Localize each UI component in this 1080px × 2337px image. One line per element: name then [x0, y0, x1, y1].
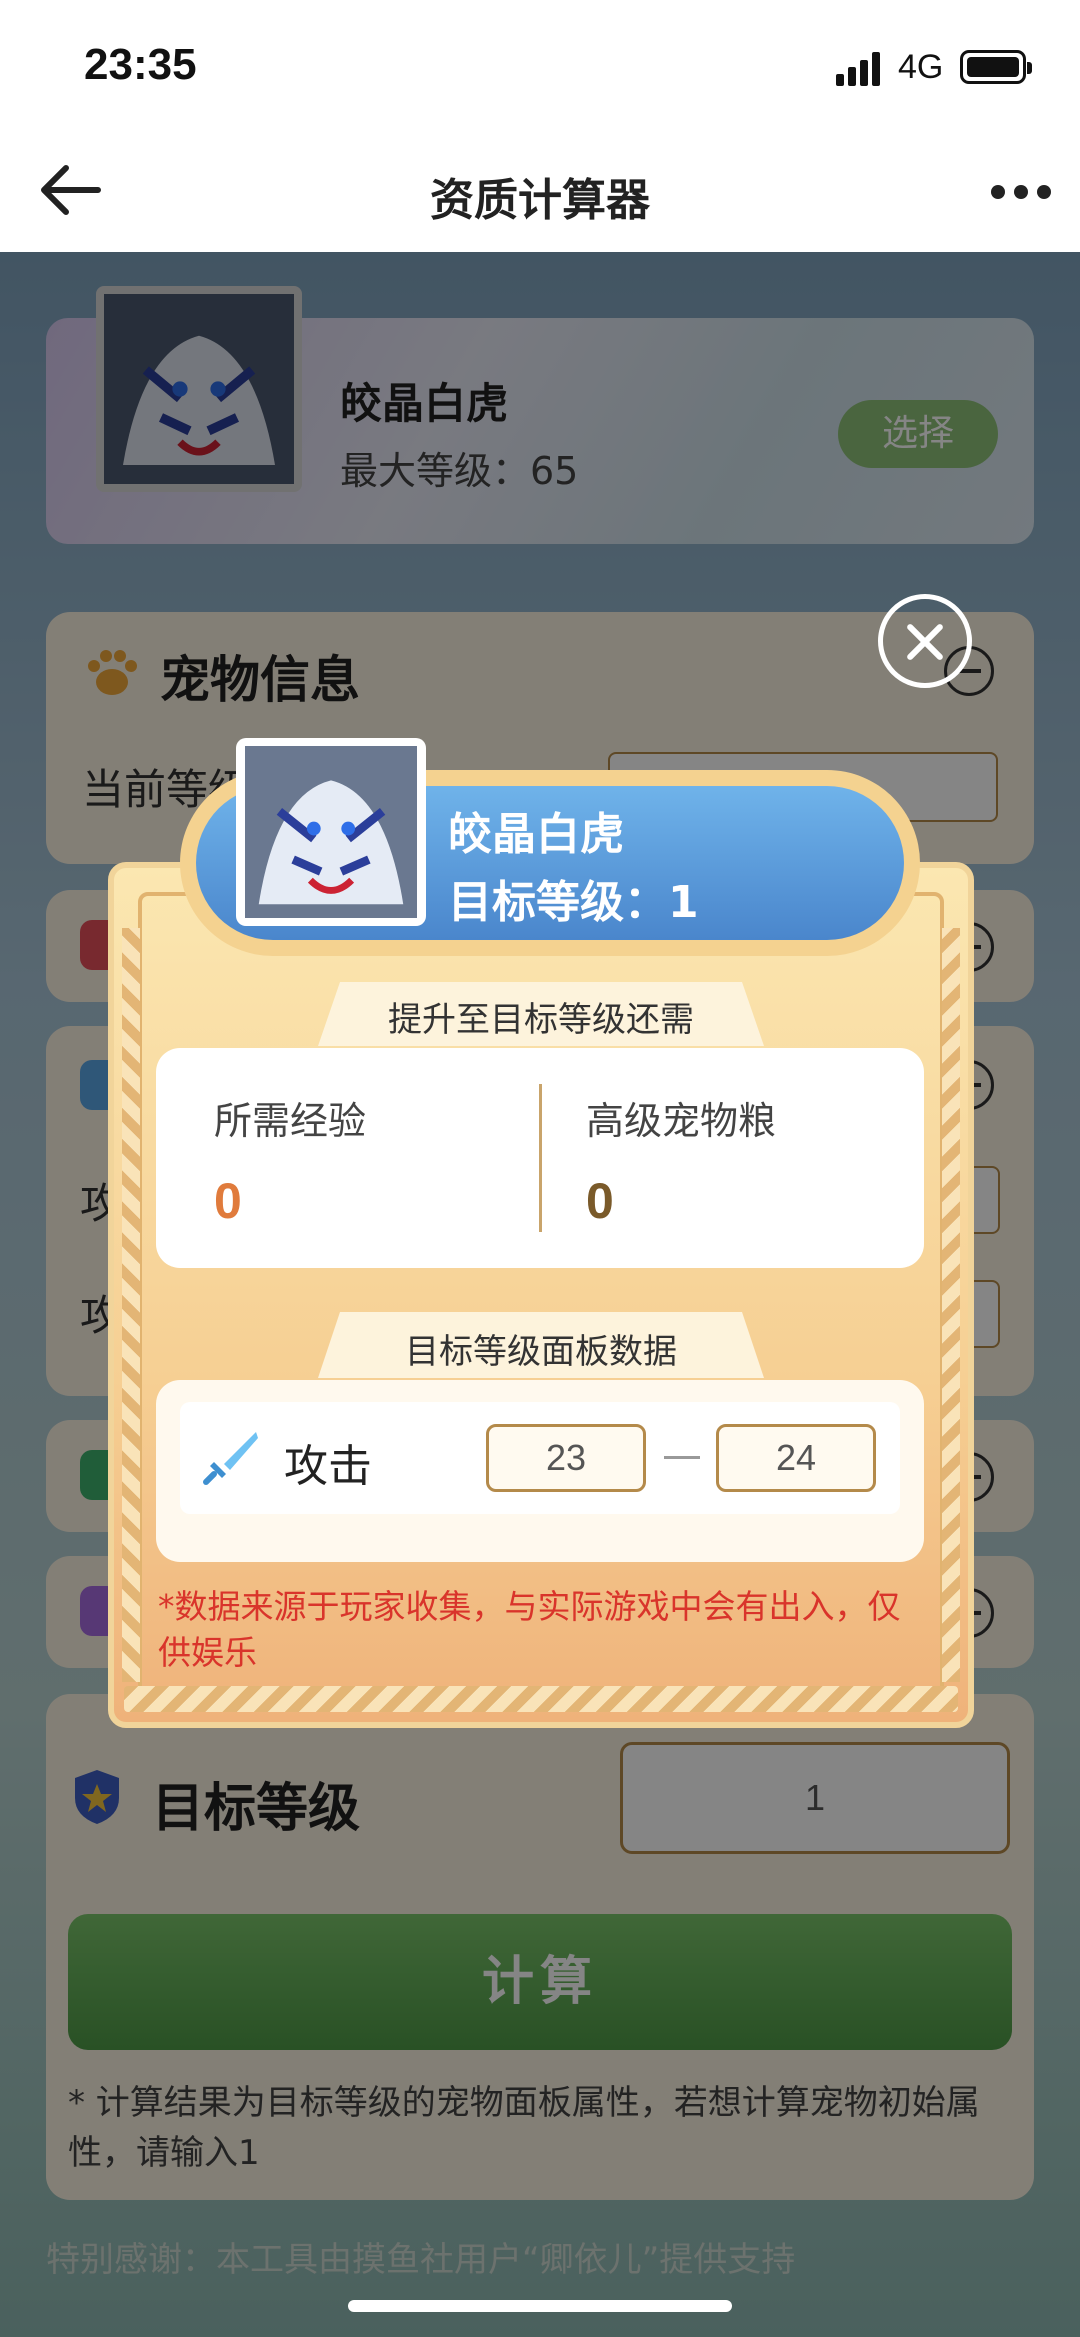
attack-label: 攻击 [284, 1441, 372, 1492]
modal-pet-name: 皎晶白虎 [448, 809, 624, 860]
sword-icon [203, 1432, 258, 1485]
home-indicator[interactable] [348, 2300, 732, 2312]
modal-target-level: 目标等级：1 [448, 877, 699, 928]
pet-food-value: 0 [586, 1173, 614, 1229]
modal-right-stripes [942, 928, 960, 1682]
status-bar: 23:35 4G [0, 0, 1080, 130]
status-time: 23:35 [84, 40, 197, 89]
signal-icon [836, 52, 880, 86]
range-dash [664, 1456, 700, 1459]
more-icon[interactable] [990, 182, 1052, 202]
exp-value: 0 [214, 1173, 242, 1229]
battery-icon [960, 50, 1032, 84]
page-title: 资质计算器 [430, 175, 650, 226]
attack-min-value: 23 [486, 1424, 646, 1492]
exp-label: 所需经验 [214, 1099, 367, 1143]
modal-bottom-stripes [124, 1686, 958, 1712]
need-divider [539, 1084, 542, 1232]
modal-left-stripes [122, 928, 140, 1682]
modal-pet-avatar [236, 738, 426, 926]
panel-title: 目标等级面板数据 [405, 1332, 677, 1372]
network-label: 4G [898, 48, 944, 86]
need-title: 提升至目标等级还需 [388, 1000, 694, 1040]
attack-max-value: 24 [716, 1424, 876, 1492]
close-icon[interactable] [878, 594, 972, 688]
pet-food-label: 高级宠物粮 [586, 1099, 777, 1143]
disclaimer-text: *数据来源于玩家收集，与实际游戏中会有出入，仅供娱乐 [158, 1587, 901, 1672]
nav-bar: 资质计算器 [0, 130, 1080, 252]
